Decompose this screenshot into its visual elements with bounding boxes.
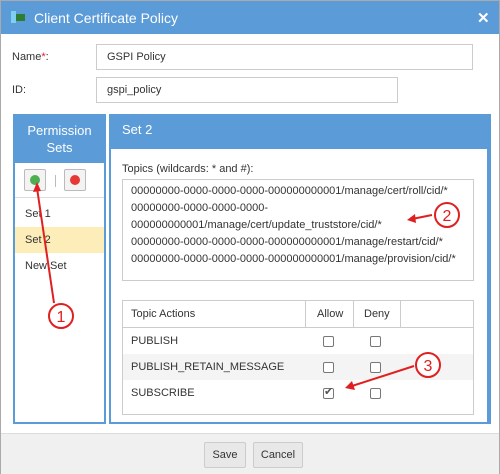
allow-checkbox[interactable] — [323, 362, 334, 373]
id-input[interactable]: gspi_policy — [96, 77, 398, 103]
set-detail-panel: Set 2 Topics (wildcards: * and #): 00000… — [109, 114, 491, 424]
deny-checkbox[interactable] — [370, 336, 381, 347]
topics-label: Topics (wildcards: * and #): — [122, 163, 254, 175]
header-allow: Allow — [317, 308, 344, 320]
topic-line: 00000000-0000-0000-0000-000000000001/man… — [131, 236, 443, 248]
action-name: SUBSCRIBE — [131, 387, 195, 399]
topic-line: 00000000-0000-0000-0000- — [131, 202, 269, 214]
set-detail-title: Set 2 — [122, 122, 153, 137]
callout-marker: 1 — [48, 303, 74, 329]
table-header: Topic Actions Allow Deny — [123, 301, 473, 328]
toolbar-divider — [55, 175, 56, 187]
dialog-titlebar: Client Certificate Policy ✕ — [1, 1, 499, 34]
certificate-policy-dialog: Client Certificate Policy ✕ Name*: GSPI … — [0, 0, 500, 474]
save-button[interactable]: Save — [204, 442, 246, 468]
remove-set-button[interactable] — [64, 169, 86, 191]
plus-icon — [30, 175, 40, 185]
policy-icon — [11, 11, 25, 23]
name-label: Name*: — [12, 51, 49, 63]
topic-line: 000000000001/manage/cert/update_truststo… — [131, 219, 382, 231]
table-row: SUBSCRIBE ✔ — [123, 380, 473, 406]
set-list-item-selected[interactable]: Set 2 — [15, 227, 104, 253]
callout-marker: 3 — [415, 352, 441, 378]
action-name: PUBLISH — [131, 335, 179, 347]
deny-checkbox[interactable] — [370, 362, 381, 373]
topic-line: 00000000-0000-0000-0000-000000000001/man… — [131, 185, 448, 197]
dialog-title: Client Certificate Policy — [34, 10, 178, 26]
dialog-footer: Save Cancel — [1, 433, 499, 474]
close-icon[interactable]: ✕ — [477, 9, 490, 27]
topic-line: 00000000-0000-0000-0000-000000000001/man… — [131, 253, 456, 265]
permission-sets-list: Set 1 Set 2 New Set — [15, 163, 104, 422]
set-list-item[interactable]: Set 1 — [15, 201, 104, 227]
cancel-button[interactable]: Cancel — [253, 442, 303, 468]
allow-checkbox-checked[interactable]: ✔ — [323, 386, 334, 399]
permission-sets-title: Permission Sets — [27, 123, 92, 155]
permission-sets-panel: Permission Sets Set 1 Set 2 New Set — [13, 114, 106, 424]
add-set-button[interactable] — [24, 169, 46, 191]
permission-sets-toolbar — [15, 163, 104, 198]
minus-icon — [70, 175, 80, 185]
checkmark-icon: ✔ — [324, 386, 334, 398]
topics-textarea[interactable]: 00000000-0000-0000-0000- 000000000001/man… — [122, 179, 474, 281]
table-row: PUBLISH — [123, 328, 473, 354]
name-input[interactable]: GSPI Policy — [96, 44, 473, 70]
header-deny: Deny — [364, 308, 390, 320]
id-label: ID: — [12, 84, 27, 96]
action-name: PUBLISH_RETAIN_MESSAGE — [131, 361, 285, 373]
deny-checkbox[interactable] — [370, 388, 381, 399]
header-topic-actions: Topic Actions — [131, 308, 196, 320]
set-list-item[interactable]: New Set — [15, 253, 104, 279]
set-detail-body: Topics (wildcards: * and #): 00000000-00… — [111, 149, 487, 422]
callout-marker: 2 — [434, 202, 460, 228]
allow-checkbox[interactable] — [323, 336, 334, 347]
